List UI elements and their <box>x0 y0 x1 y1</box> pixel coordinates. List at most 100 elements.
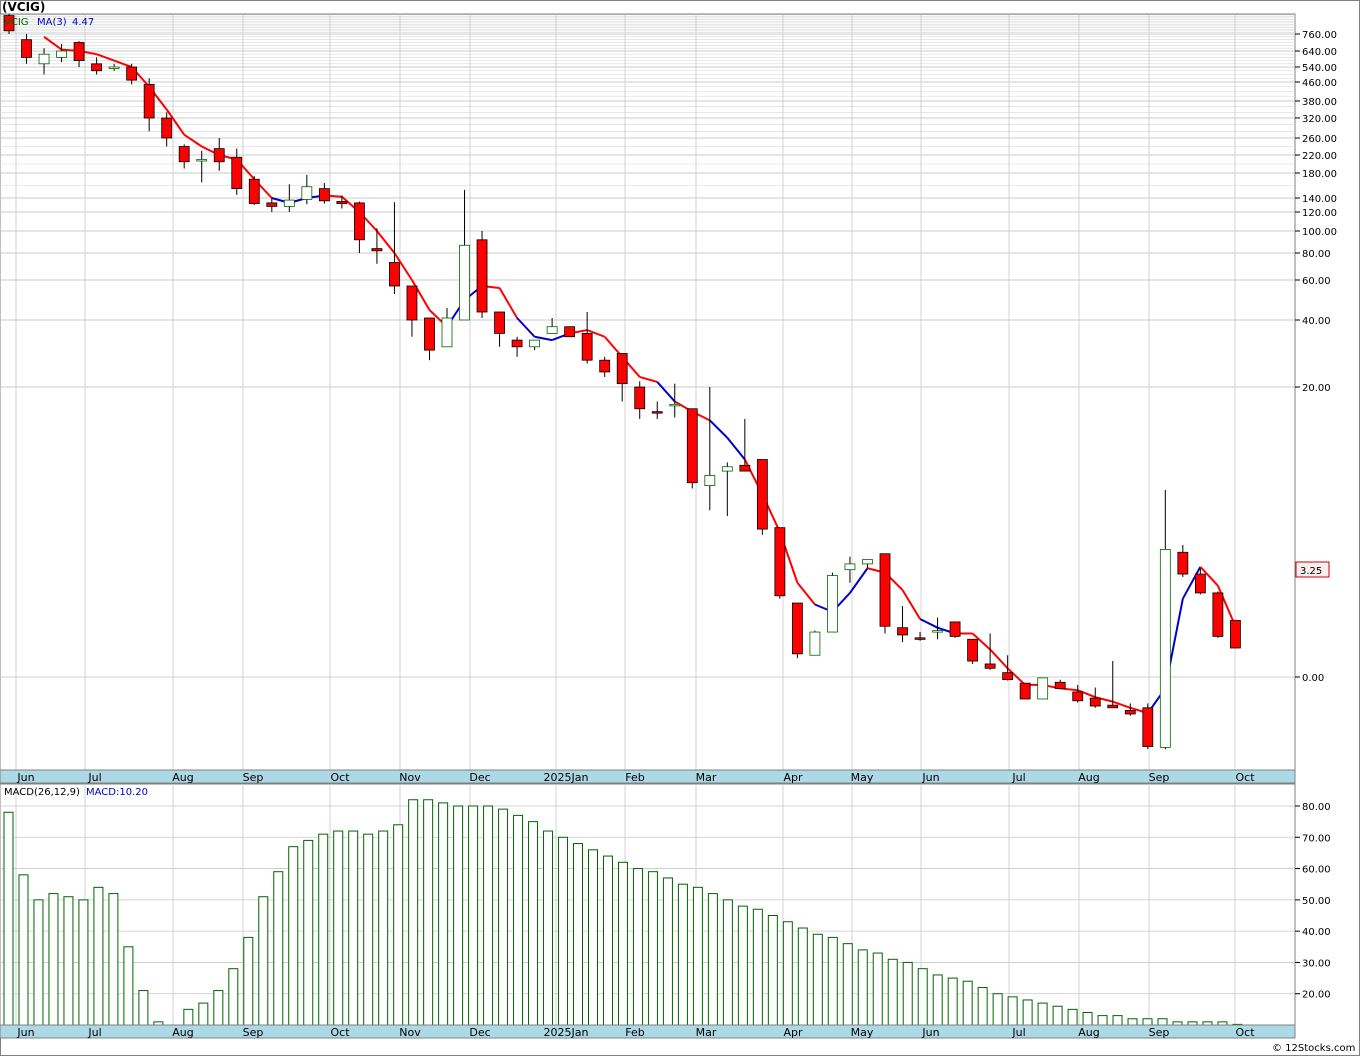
candle <box>1037 677 1049 700</box>
candle-body <box>1159 549 1171 748</box>
macd-bar <box>558 836 569 1026</box>
candle <box>1230 620 1241 649</box>
month-label: Aug <box>172 771 193 784</box>
candle-body <box>967 638 978 662</box>
candle-body <box>336 201 348 204</box>
macd-bar <box>1082 1011 1093 1026</box>
candle-body <box>248 178 260 205</box>
macd-bar <box>453 805 464 1026</box>
candle <box>827 572 838 633</box>
macd-bar <box>3 811 14 1026</box>
candle-body <box>827 575 838 633</box>
macd-bar <box>573 843 584 1026</box>
candle-body <box>143 83 155 119</box>
legend-ma-value: 4.47 <box>72 17 94 28</box>
macd-bar <box>1112 1015 1123 1026</box>
macd-bar <box>617 861 628 1026</box>
candle-body <box>634 386 646 410</box>
macd-bar <box>333 830 344 1026</box>
month-label: Sep <box>1149 771 1170 784</box>
macd-bar <box>1142 1018 1153 1026</box>
candle-body <box>739 464 751 472</box>
macd-y-tick-label: 70.00 <box>1302 833 1331 844</box>
macd-bar <box>767 915 778 1026</box>
candle <box>774 527 786 599</box>
y-tick-label: 60.00 <box>1302 276 1331 287</box>
macd-bar <box>602 855 613 1026</box>
macd-bar <box>887 958 898 1026</box>
candle-body <box>756 459 768 530</box>
candle-body <box>914 637 926 640</box>
macd-bar <box>827 936 838 1026</box>
macd-bar <box>33 899 44 1026</box>
candle-body <box>283 199 295 207</box>
macd-bar <box>138 990 149 1026</box>
y-tick-label: 40.00 <box>1302 316 1331 327</box>
macd-bar <box>662 877 673 1026</box>
candle-body <box>616 353 628 385</box>
candle-body <box>686 408 698 484</box>
macd-y-tick-label: 20.00 <box>1302 990 1331 1001</box>
y-tick-label: 320.00 <box>1302 114 1337 125</box>
month-label: Nov <box>399 771 421 784</box>
month-label: Jul <box>1011 1026 1025 1039</box>
candle-body <box>406 285 418 321</box>
macd-bar <box>587 849 598 1026</box>
y-tick-label: 140.00 <box>1302 194 1337 205</box>
candle-body <box>1089 697 1101 707</box>
candle-body <box>161 117 173 139</box>
candle-body <box>669 403 681 407</box>
month-label: 2025Jan <box>544 1026 589 1039</box>
y-tick-label: 760.00 <box>1302 30 1337 41</box>
candle-body <box>949 621 961 637</box>
macd-bar <box>273 871 284 1026</box>
y-tick-label: 180.00 <box>1302 169 1337 180</box>
candle-body <box>1054 681 1066 689</box>
month-label: Oct <box>1235 1026 1255 1039</box>
month-label: Jul <box>87 771 101 784</box>
macd-bar <box>797 927 808 1026</box>
y-tick-label: 640.00 <box>1302 47 1337 58</box>
macd-bar <box>408 799 419 1026</box>
month-label: Sep <box>1149 1026 1170 1039</box>
candle-body <box>529 339 540 348</box>
macd-bar <box>528 821 539 1026</box>
candle-body <box>1212 592 1224 637</box>
candle-body <box>301 186 313 200</box>
macd-bar <box>707 893 718 1026</box>
macd-bar <box>438 802 449 1026</box>
candle-body <box>581 332 593 361</box>
month-label: Jun <box>16 771 34 784</box>
month-label: Aug <box>1078 771 1099 784</box>
candle <box>879 553 891 634</box>
candle-body <box>231 156 243 190</box>
y-tick-label: 100.00 <box>1302 227 1337 238</box>
month-label: Dec <box>469 771 490 784</box>
candle-body <box>353 202 365 241</box>
candle-body <box>1037 677 1049 700</box>
candle-body <box>91 63 102 72</box>
macd-bar <box>992 993 1003 1026</box>
legend-macd-value: MACD:10.20 <box>86 787 148 798</box>
macd-panel: 80.00 70.00 60.00 50.00 40.00 30.00 20.00 MACD… <box>0 783 1331 1026</box>
candle <box>967 638 978 664</box>
price-plot-area <box>0 13 1296 771</box>
candle-body <box>108 66 120 69</box>
month-label: May <box>851 1026 874 1039</box>
macd-bar <box>78 899 89 1026</box>
macd-bar <box>947 977 958 1026</box>
month-label: Feb <box>625 1026 644 1039</box>
month-axis-top <box>0 769 1296 784</box>
candle <box>248 176 260 205</box>
candle-body <box>21 39 32 58</box>
candle-body <box>371 248 383 252</box>
macd-bar <box>288 846 299 1026</box>
candle-body <box>844 563 856 571</box>
macd-bar <box>393 824 404 1026</box>
y-tick-label: 20.00 <box>1302 383 1331 394</box>
macd-bar <box>1127 1018 1138 1026</box>
macd-bar <box>932 974 943 1026</box>
month-label: Nov <box>399 1026 421 1039</box>
candle <box>476 231 488 318</box>
month-label: May <box>851 771 874 784</box>
